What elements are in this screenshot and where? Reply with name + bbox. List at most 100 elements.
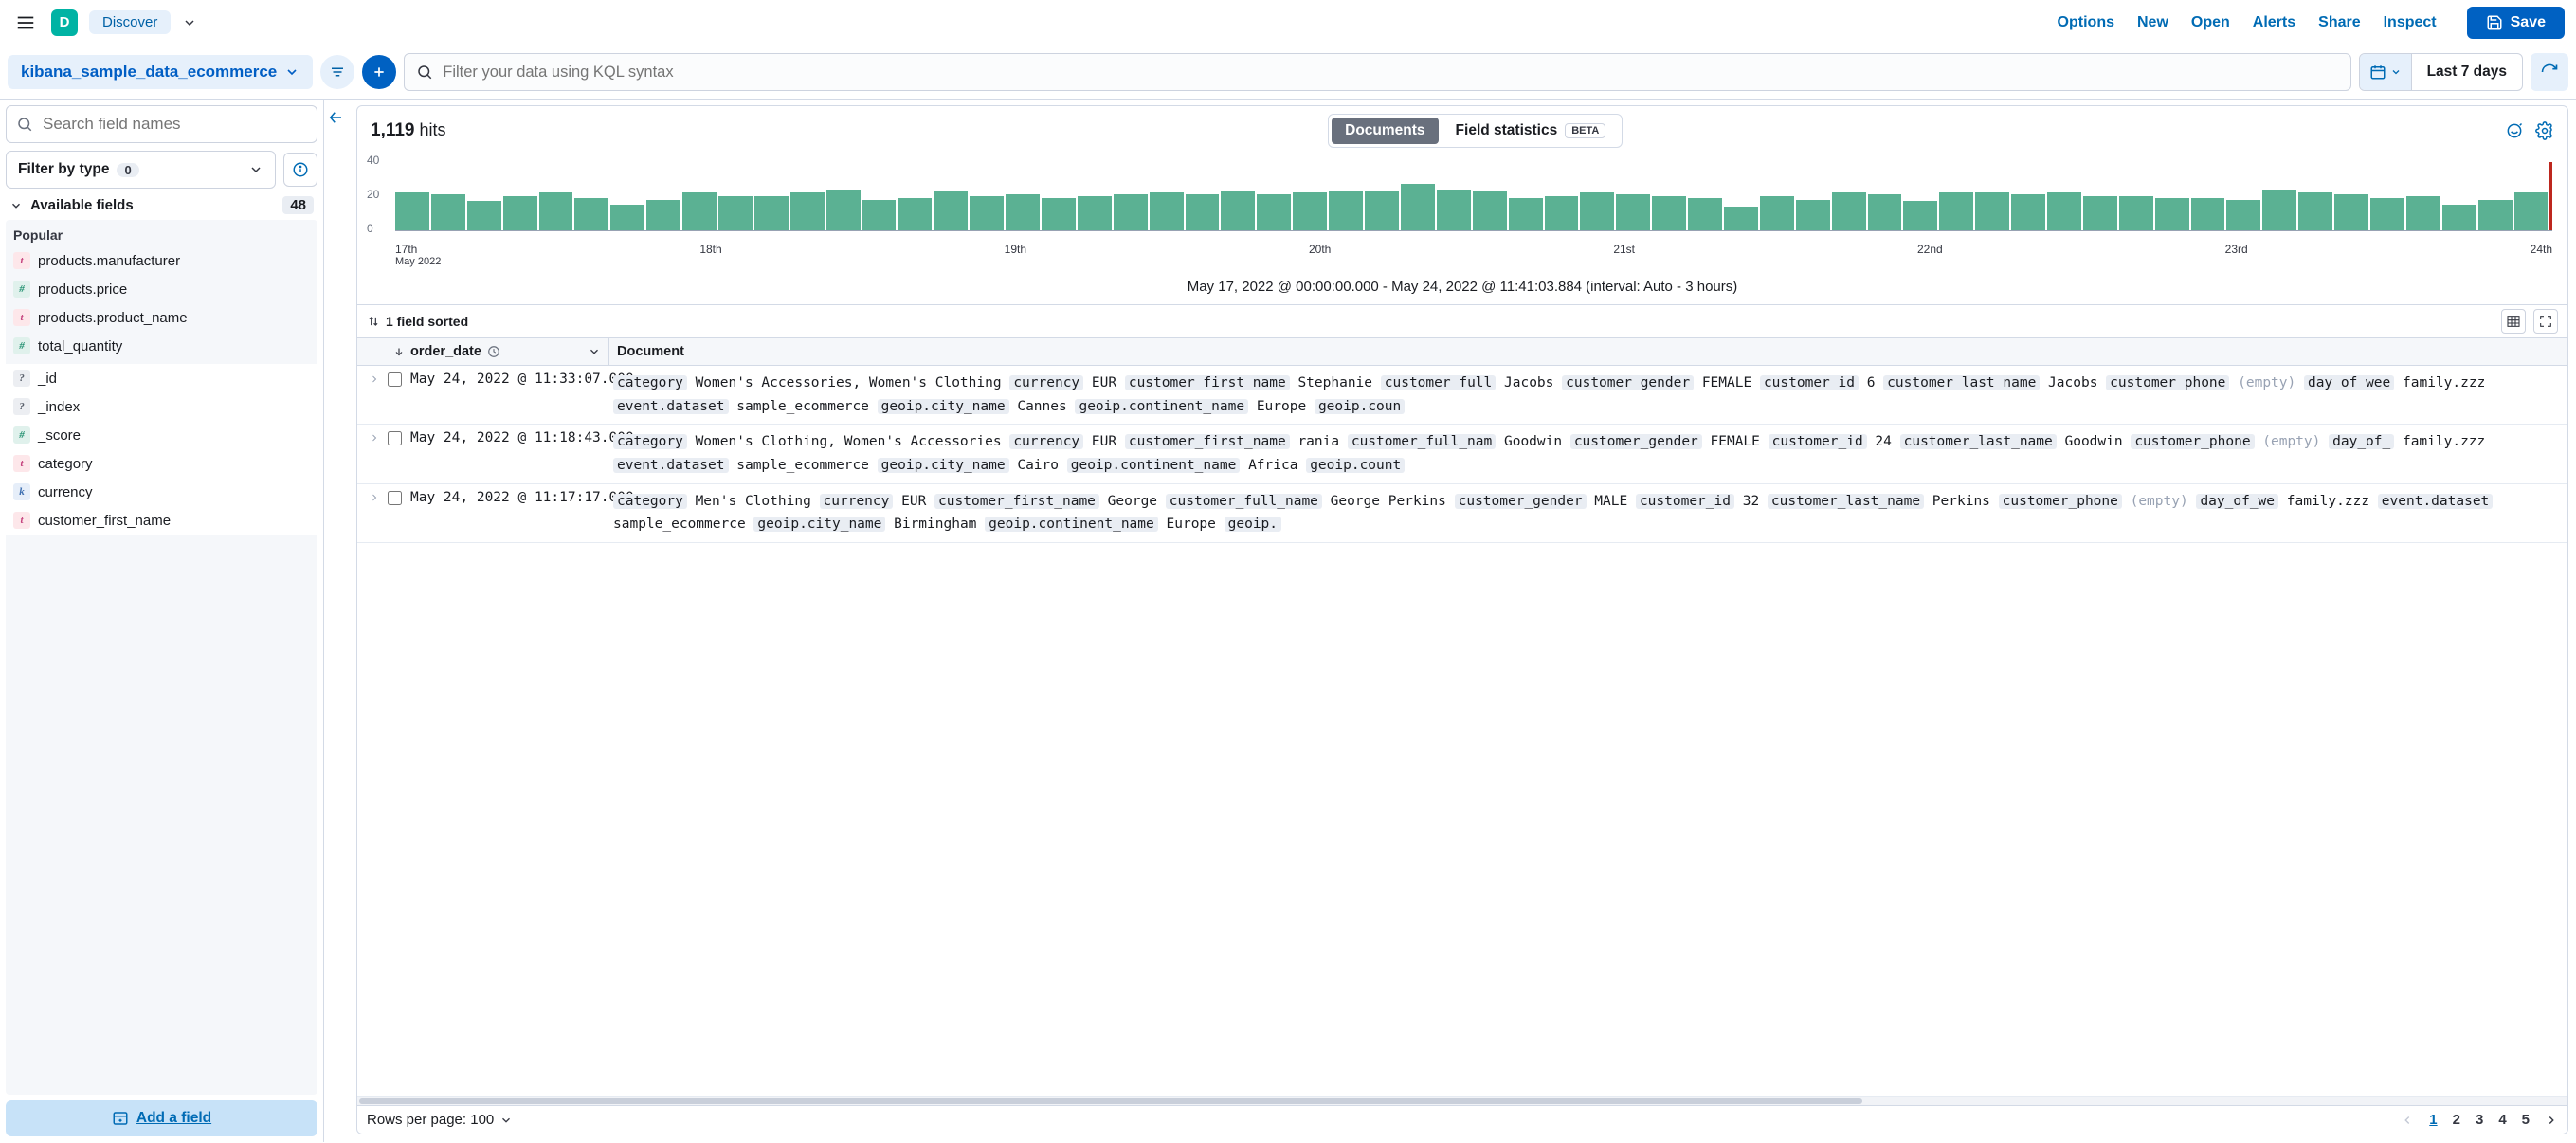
date-quick-menu-button[interactable] bbox=[2360, 54, 2412, 90]
histogram-bar[interactable] bbox=[1186, 194, 1220, 230]
histogram-bar[interactable] bbox=[1580, 192, 1614, 230]
refresh-button[interactable] bbox=[2531, 53, 2568, 91]
histogram-bar[interactable] bbox=[431, 194, 465, 230]
pager-page[interactable]: 1 bbox=[2429, 1112, 2437, 1128]
nav-switch-chevron-icon[interactable] bbox=[182, 15, 197, 30]
tab-field-statistics[interactable]: Field statistics BETA bbox=[1442, 118, 1620, 144]
fields-info-button[interactable] bbox=[283, 153, 317, 187]
save-button[interactable]: Save bbox=[2467, 7, 2565, 39]
grid-body[interactable]: May 24, 2022 @ 11:33:07.000category Wome… bbox=[357, 366, 2567, 1096]
date-range-label[interactable]: Last 7 days bbox=[2412, 54, 2522, 90]
discover-app-chip[interactable]: Discover bbox=[89, 10, 171, 34]
histogram-bar[interactable] bbox=[1688, 198, 1722, 230]
histogram-bar[interactable] bbox=[1760, 196, 1794, 230]
histogram-bar[interactable] bbox=[1903, 201, 1937, 230]
histogram-bar[interactable] bbox=[1329, 191, 1363, 230]
histogram-bar[interactable] bbox=[2155, 198, 2189, 230]
tab-documents[interactable]: Documents bbox=[1332, 118, 1438, 144]
histogram-bar[interactable] bbox=[1006, 194, 1040, 230]
expand-row-button[interactable] bbox=[361, 490, 388, 536]
histogram-bar[interactable] bbox=[2047, 192, 2081, 230]
histogram-bar[interactable] bbox=[1150, 192, 1184, 230]
histogram-bar[interactable] bbox=[1652, 196, 1686, 230]
app-logo-badge[interactable]: D bbox=[51, 9, 78, 36]
histogram-bar[interactable] bbox=[2226, 200, 2260, 230]
histogram-bar[interactable] bbox=[539, 192, 573, 230]
field-item[interactable]: ?_index bbox=[6, 392, 317, 421]
histogram-bar[interactable] bbox=[1293, 192, 1327, 230]
pager-prev[interactable] bbox=[2401, 1114, 2414, 1127]
table-row[interactable]: May 24, 2022 @ 11:17:17.000category Men'… bbox=[357, 484, 2567, 543]
histogram-bar[interactable] bbox=[1257, 194, 1291, 230]
expand-row-button[interactable] bbox=[361, 430, 388, 477]
histogram-bar[interactable] bbox=[970, 196, 1004, 230]
field-item[interactable]: tcustomer_first_name bbox=[6, 506, 317, 535]
histogram-bar[interactable] bbox=[790, 192, 825, 230]
add-field-button[interactable]: Add a field bbox=[6, 1100, 317, 1136]
histogram-bar[interactable] bbox=[646, 200, 680, 230]
sort-indicator[interactable]: 1 field sorted bbox=[367, 314, 468, 329]
pager-page[interactable]: 5 bbox=[2522, 1112, 2530, 1128]
histogram-bars[interactable] bbox=[395, 161, 2552, 231]
expand-row-button[interactable] bbox=[361, 372, 388, 418]
collapse-sidebar-button[interactable] bbox=[327, 109, 344, 126]
histogram-bar[interactable] bbox=[754, 196, 789, 230]
histogram-bar[interactable] bbox=[1832, 192, 1866, 230]
histogram-bar[interactable] bbox=[2011, 194, 2045, 230]
topbar-link-new[interactable]: New bbox=[2137, 14, 2168, 31]
display-options-button[interactable] bbox=[2501, 309, 2526, 334]
field-search-field[interactable] bbox=[43, 115, 307, 134]
column-order-date[interactable]: order_date bbox=[386, 338, 609, 365]
histogram-bar[interactable] bbox=[2298, 192, 2332, 230]
histogram-bar[interactable] bbox=[718, 196, 753, 230]
topbar-link-alerts[interactable]: Alerts bbox=[2253, 14, 2295, 31]
filter-menu-button[interactable] bbox=[320, 55, 354, 89]
histogram-bar[interactable] bbox=[826, 190, 861, 230]
chart-settings-button[interactable] bbox=[2535, 121, 2554, 140]
topbar-link-inspect[interactable]: Inspect bbox=[2384, 14, 2437, 31]
histogram-bar[interactable] bbox=[2406, 196, 2440, 230]
histogram-bar[interactable] bbox=[1939, 192, 1973, 230]
field-item[interactable]: tproducts.product_name bbox=[6, 303, 317, 332]
chevron-down-icon[interactable] bbox=[588, 345, 601, 358]
histogram-bar[interactable] bbox=[395, 192, 429, 230]
histogram-bar[interactable] bbox=[2478, 200, 2513, 230]
histogram-bar[interactable] bbox=[1796, 200, 1830, 230]
row-checkbox[interactable] bbox=[388, 430, 410, 477]
histogram-bar[interactable] bbox=[1114, 194, 1148, 230]
data-view-chip[interactable]: kibana_sample_data_ecommerce bbox=[8, 55, 313, 89]
field-search-input[interactable] bbox=[6, 105, 317, 143]
filter-by-type-select[interactable]: Filter by type 0 bbox=[6, 151, 276, 189]
column-document[interactable]: Document bbox=[609, 338, 2567, 365]
histogram-bar[interactable] bbox=[2442, 205, 2476, 230]
row-checkbox[interactable] bbox=[388, 372, 410, 418]
table-row[interactable]: May 24, 2022 @ 11:33:07.000category Wome… bbox=[357, 366, 2567, 425]
histogram-bar[interactable] bbox=[2191, 198, 2225, 230]
table-row[interactable]: May 24, 2022 @ 11:18:43.000category Wome… bbox=[357, 425, 2567, 483]
histogram-bar[interactable] bbox=[2262, 190, 2296, 230]
histogram-bar[interactable] bbox=[2334, 194, 2368, 230]
field-item[interactable]: ?_id bbox=[6, 364, 317, 392]
histogram-bar[interactable] bbox=[467, 201, 501, 230]
field-item[interactable]: #total_quantity bbox=[6, 332, 317, 360]
horizontal-scrollbar[interactable] bbox=[357, 1096, 2567, 1105]
histogram-bar[interactable] bbox=[1868, 194, 1902, 230]
histogram-bar[interactable] bbox=[2119, 196, 2153, 230]
histogram-bar[interactable] bbox=[898, 198, 932, 230]
available-fields-toggle[interactable]: Available fields 48 bbox=[6, 189, 317, 220]
histogram-bar[interactable] bbox=[1042, 198, 1076, 230]
histogram-bar[interactable] bbox=[1545, 196, 1579, 230]
histogram-bar[interactable] bbox=[1221, 191, 1255, 230]
add-filter-button[interactable] bbox=[362, 55, 396, 89]
histogram-bar[interactable] bbox=[1078, 196, 1112, 230]
kql-query-field[interactable] bbox=[443, 64, 2338, 82]
histogram-bar[interactable] bbox=[862, 200, 897, 230]
histogram-bar[interactable] bbox=[1724, 207, 1758, 230]
histogram-bar[interactable] bbox=[610, 205, 644, 230]
topbar-link-open[interactable]: Open bbox=[2191, 14, 2230, 31]
hamburger-menu-icon[interactable] bbox=[11, 9, 40, 37]
pager-next[interactable] bbox=[2545, 1114, 2558, 1127]
pager-page[interactable]: 3 bbox=[2476, 1112, 2483, 1128]
field-item[interactable]: #_score bbox=[6, 421, 317, 449]
histogram-bar[interactable] bbox=[2083, 196, 2117, 230]
